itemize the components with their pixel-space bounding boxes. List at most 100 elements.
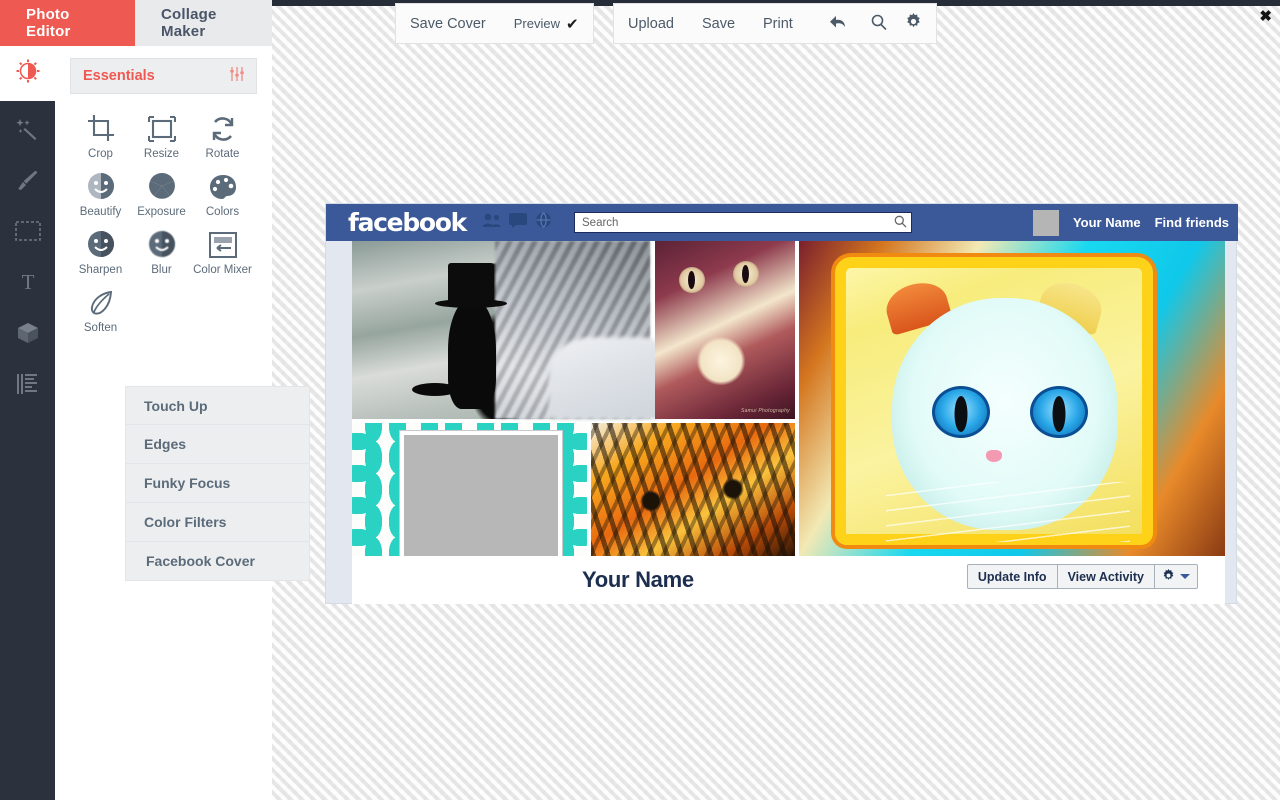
svg-text:T: T [21,271,34,293]
tool-crop[interactable]: Crop [70,102,131,160]
search-placeholder: Search [582,216,619,229]
facebook-logo: facebook [348,208,467,237]
rail-item-effects[interactable] [0,106,55,157]
tool-exposure[interactable]: Exposure [131,160,192,218]
facebook-navbar: facebook Search Your Name Find friends [326,204,1238,241]
upload-button[interactable]: Upload [614,3,688,44]
cat-whiskers [886,482,1130,542]
print-button[interactable]: Print [749,3,807,44]
tool-resize[interactable]: Resize [131,102,192,160]
undo-arrow-icon [829,14,847,34]
update-info-button[interactable]: Update Info [968,565,1057,588]
profile-settings-button[interactable] [1154,565,1197,588]
rail-item-edit[interactable] [0,46,55,101]
sliders-icon [230,66,244,86]
tool-resize-label: Resize [143,148,180,160]
tool-exposure-label: Exposure [137,206,186,218]
tool-sharpen-label: Sharpen [78,264,123,276]
tool-colors[interactable]: Colors [192,160,253,218]
rail-item-brush[interactable] [0,157,55,208]
app-tabs: Photo Editor Collage Maker [0,0,272,46]
main-toolbar: Upload Save Print [613,3,937,44]
tool-row: Sharpen Blur Color Mixer [70,218,265,276]
rail-item-stickers[interactable] [0,310,55,361]
tab-photo-editor-label: Photo Editor [26,6,71,40]
section-facebook-cover-label: Facebook Cover [146,553,255,569]
rail-item-text[interactable]: T [0,259,55,310]
crop-icon [87,112,115,142]
tool-crop-label: Crop [88,148,113,160]
gear-icon [905,13,922,34]
photo-white-cat-in-toast[interactable] [799,241,1225,556]
frame-icon [14,221,41,246]
cat-eye-right [1030,386,1088,438]
close-icon[interactable]: ✖ [1259,9,1272,24]
facebook-search-input[interactable]: Search [574,212,912,233]
section-funky-focus-label: Funky Focus [144,475,231,491]
section-touch-up-label: Touch Up [144,397,208,414]
palette-icon [209,170,237,200]
tool-row: Crop Resize Rotate [70,102,265,160]
tab-photo-editor[interactable]: Photo Editor [0,0,135,46]
tab-collage-maker-label: Collage Maker [161,6,217,40]
photo-black-cat-top-hat[interactable] [352,241,650,419]
search-icon[interactable] [894,215,907,231]
kitten-eye-left [679,267,705,293]
photo-two-orange-tabby-kittens[interactable] [591,423,795,556]
tool-color-mixer[interactable]: Color Mixer [192,218,253,276]
section-edges[interactable]: Edges [125,425,310,464]
tool-sharpen[interactable]: Sharpen [70,218,131,276]
chevron-down-icon [1180,574,1190,579]
section-facebook-cover[interactable]: Facebook Cover [125,542,310,581]
tool-soften[interactable]: Soften [70,276,131,334]
section-color-filters-label: Color Filters [144,514,227,530]
cover-preview-canvas[interactable]: facebook Search Your Name Find friends S… [325,203,1238,604]
section-funky-focus[interactable]: Funky Focus [125,464,310,503]
save-cover-button[interactable]: Save Cover [396,3,500,44]
rotate-icon [210,112,236,142]
undo-button[interactable] [807,3,861,44]
preview-label: Preview [513,16,561,31]
profile-name: Your Name [582,567,694,592]
preview-checkmark-icon[interactable]: ✔ [566,15,593,33]
facebook-find-friends[interactable]: Find friends [1155,215,1229,230]
tool-rotate[interactable]: Rotate [192,102,253,160]
messages-icon[interactable] [509,212,527,233]
section-list: Touch Up Edges Funky Focus Color Filters… [125,386,310,581]
zoom-button[interactable] [861,3,897,44]
facebook-user-name[interactable]: Your Name [1073,215,1141,230]
rail-item-textures[interactable] [0,361,55,412]
soften-feather-icon [88,286,114,316]
section-color-filters[interactable]: Color Filters [125,503,310,542]
photo-watermark: Samui Photography [740,408,790,414]
rail-item-frames[interactable] [0,208,55,259]
panel-header-label: Essentials [83,68,155,84]
friend-requests-icon[interactable] [482,213,501,233]
save-button[interactable]: Save [688,3,749,44]
facebook-profile-strip: Your Name Update Info View Activity [352,556,1225,604]
tab-collage-maker[interactable]: Collage Maker [135,0,272,46]
sharpen-icon [87,228,115,258]
cover-photo-collage[interactable]: Samui Photography [352,241,1225,556]
gear-icon [1162,568,1175,585]
panel-header-essentials[interactable]: Essentials [70,58,257,94]
settings-button[interactable] [897,3,936,44]
print-label: Print [763,15,793,32]
blur-icon [148,228,176,258]
section-touch-up[interactable]: Touch Up [125,386,310,425]
tool-beautify[interactable]: Beautify [70,160,131,218]
color-mixer-icon [208,228,237,258]
view-activity-button[interactable]: View Activity [1056,565,1154,588]
update-info-label: Update Info [977,569,1047,584]
photo-surprised-kitten[interactable]: Samui Photography [655,241,795,419]
kitten-eye-right [733,261,759,287]
globe-notifications-icon[interactable] [535,212,552,233]
tool-blur[interactable]: Blur [131,218,192,276]
profile-photo-placeholder[interactable] [399,430,563,556]
preview-toggle[interactable]: Preview [500,3,566,44]
text-icon: T [17,270,39,298]
cat-nose-shape [986,450,1002,462]
toast-slice-shape [835,257,1153,545]
avatar [1032,209,1059,236]
facebook-user-area: Your Name Find friends [1032,204,1229,241]
